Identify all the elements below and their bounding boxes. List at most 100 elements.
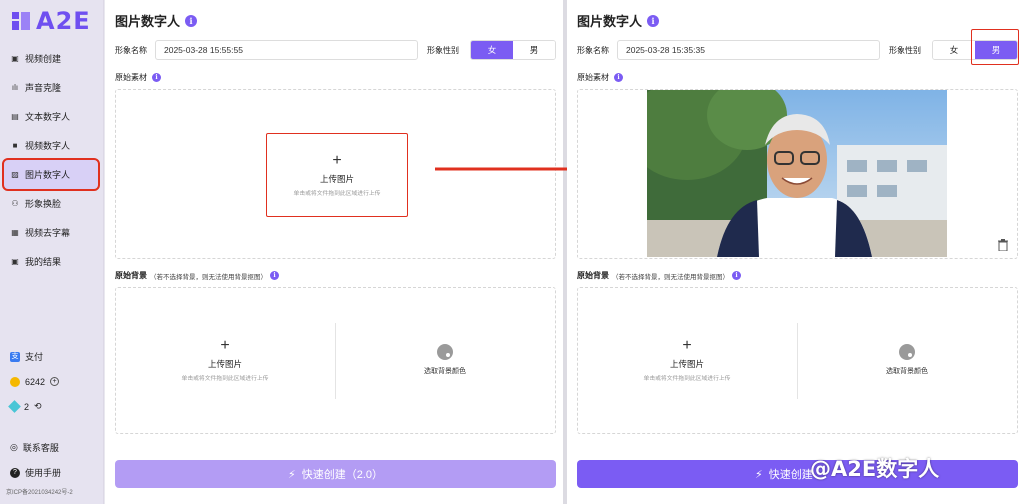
page-title: 图片数字人 i — [577, 11, 660, 30]
subtitle-remove-icon: ▦ — [11, 228, 19, 237]
background-divider — [335, 323, 336, 399]
coin-count: 6242 — [25, 376, 46, 387]
color-picker-label: 选取背景颜色 — [424, 368, 466, 375]
sidebar-item-label: 图片数字人 — [25, 170, 71, 180]
sidebar: A2E ▣ 视频创建 ılı 声音克隆 ▤ 文本数字人 ■ 视频数字人 ▨ 图片… — [0, 0, 104, 504]
info-icon[interactable]: i — [152, 73, 161, 82]
sidebar-item-label: 声音克隆 — [25, 83, 62, 93]
info-icon[interactable]: i — [732, 271, 741, 280]
icp-record[interactable]: 京ICP备2021034242号-2 — [6, 487, 73, 496]
material-label: 原始素材 i — [577, 72, 623, 83]
sidebar-item-image-avatar[interactable]: ▨ 图片数字人 — [2, 158, 100, 191]
info-icon[interactable]: i — [185, 14, 198, 27]
text-avatar-icon: ▤ — [11, 112, 19, 121]
sidebar-nav: ▣ 视频创建 ılı 声音克隆 ▤ 文本数字人 ■ 视频数字人 ▨ 图片数字人 … — [0, 44, 104, 276]
gender-label: 形象性别 — [427, 46, 459, 55]
video-create-icon: ▣ — [11, 54, 19, 63]
coin-balance: 6242 + — [10, 369, 100, 394]
color-picker-label: 选取背景颜色 — [886, 368, 928, 375]
page-title: 图片数字人 i — [115, 11, 198, 30]
sidebar-item-video-avatar[interactable]: ■ 视频数字人 — [0, 131, 104, 160]
background-label: 原始背景 （若不选择背景，则无法使用背景抠图） i — [115, 270, 279, 281]
sidebar-item-video-create[interactable]: ▣ 视频创建 — [0, 44, 104, 73]
support-label: 联系客服 — [22, 443, 59, 453]
help-block: ◎ 联系客服 ? 使用手册 — [10, 435, 100, 485]
name-input[interactable]: 2025-03-28 15:55:55 — [155, 40, 418, 60]
name-label: 形象名称 — [577, 46, 609, 55]
lightning-icon: ⚡ — [755, 468, 763, 481]
video-avatar-icon: ■ — [12, 141, 18, 150]
face-swap-icon: ⚇ — [11, 199, 19, 208]
page-title-text: 图片数字人 — [115, 14, 181, 29]
headset-icon: ◎ — [10, 442, 18, 452]
background-divider — [797, 323, 798, 399]
gem-balance: 2 ⟲ — [8, 394, 100, 419]
background-color-picker[interactable]: 选取背景颜色 — [375, 335, 515, 385]
app-root: A2E ▣ 视频创建 ılı 声音克隆 ▤ 文本数字人 ■ 视频数字人 ▨ 图片… — [0, 0, 1024, 504]
quick-create-button[interactable]: ⚡ 快速创建 — [577, 460, 1018, 488]
sidebar-item-label: 视频创建 — [25, 54, 62, 64]
refresh-icon[interactable]: ⟲ — [34, 401, 42, 412]
watermark: @A2E数字人 — [810, 457, 940, 481]
pay-label: 支付 — [25, 352, 44, 362]
trash-icon[interactable] — [998, 239, 1008, 251]
plus-icon: + — [220, 337, 230, 354]
upload-title: 上传图片 — [669, 359, 704, 369]
sidebar-item-subtitle-remove[interactable]: ▦ 视频去字幕 — [0, 218, 104, 247]
background-label: 原始背景 （若不选择背景，则无法使用背景抠图） i — [577, 270, 741, 281]
info-icon[interactable]: i — [270, 271, 279, 280]
page-title-text: 图片数字人 — [577, 14, 643, 29]
logo[interactable]: A2E — [10, 7, 91, 35]
voice-icon: ılı — [11, 83, 19, 92]
create-label: 快速创建（2.0） — [301, 469, 384, 481]
sidebar-item-face-swap[interactable]: ⚇ 形象换脸 — [0, 189, 104, 218]
gender-highlight-box — [971, 29, 1019, 65]
plus-icon: + — [682, 337, 692, 354]
palette-icon — [899, 344, 915, 360]
pay-link[interactable]: 支 支付 — [10, 344, 100, 369]
add-coin-icon[interactable]: + — [50, 377, 60, 386]
right-panel: 图片数字人 i 形象名称 2025-03-28 15:35:35 形象性别 女 … — [567, 0, 1024, 504]
name-label: 形象名称 — [115, 46, 147, 55]
uploaded-portrait-image — [647, 90, 947, 257]
help-icon: ? — [10, 467, 20, 478]
a2e-logo-icon — [12, 12, 30, 30]
sidebar-item-text-avatar[interactable]: ▤ 文本数字人 — [0, 102, 104, 131]
sidebar-item-my-results[interactable]: ▣ 我的结果 — [0, 247, 104, 276]
background-upload[interactable]: + 上传图片 单击或将文件拖到此区域进行上传 — [597, 330, 777, 390]
sidebar-item-voice-clone[interactable]: ılı 声音克隆 — [0, 73, 104, 102]
upload-highlight-box — [266, 133, 408, 217]
background-hint: （若不选择背景，则无法使用背景抠图） — [612, 273, 729, 281]
brand-name: A2E — [36, 7, 91, 35]
material-label-text: 原始素材 — [577, 73, 609, 82]
coin-icon — [10, 376, 20, 387]
background-upload[interactable]: + 上传图片 单击或将文件拖到此区域进行上传 — [135, 330, 315, 390]
upload-title: 上传图片 — [207, 359, 242, 369]
background-hint: （若不选择背景，则无法使用背景抠图） — [150, 273, 267, 281]
account-block: 支 支付 6242 + 2 ⟲ — [8, 344, 100, 419]
material-label: 原始素材 i — [115, 72, 161, 83]
gem-icon — [8, 400, 21, 413]
gender-toggle: 女 男 — [470, 40, 556, 60]
sidebar-item-label: 文本数字人 — [25, 112, 71, 122]
upload-hint: 单击或将文件拖到此区域进行上传 — [643, 376, 731, 382]
background-label-text: 原始背景 — [115, 271, 147, 280]
quick-create-button[interactable]: ⚡ 快速创建（2.0） — [115, 460, 556, 488]
image-avatar-icon: ▨ — [11, 170, 19, 179]
support-link[interactable]: ◎ 联系客服 — [10, 435, 100, 460]
sidebar-item-label: 视频去字幕 — [25, 228, 71, 238]
manual-link[interactable]: ? 使用手册 — [10, 460, 100, 485]
gender-female-option[interactable]: 女 — [471, 41, 513, 59]
material-label-text: 原始素材 — [115, 73, 147, 82]
sidebar-item-label: 我的结果 — [25, 257, 62, 267]
info-icon[interactable]: i — [647, 14, 660, 27]
lightning-icon: ⚡ — [287, 468, 296, 481]
info-icon[interactable]: i — [614, 73, 623, 82]
gender-male-option[interactable]: 男 — [513, 41, 555, 59]
sidebar-item-label: 形象换脸 — [25, 199, 62, 209]
name-input[interactable]: 2025-03-28 15:35:35 — [617, 40, 880, 60]
gem-count: 2 — [24, 401, 30, 412]
background-color-picker[interactable]: 选取背景颜色 — [837, 335, 977, 385]
upload-hint: 单击或将文件拖到此区域进行上传 — [181, 376, 269, 382]
gender-female-option[interactable]: 女 — [933, 41, 975, 59]
